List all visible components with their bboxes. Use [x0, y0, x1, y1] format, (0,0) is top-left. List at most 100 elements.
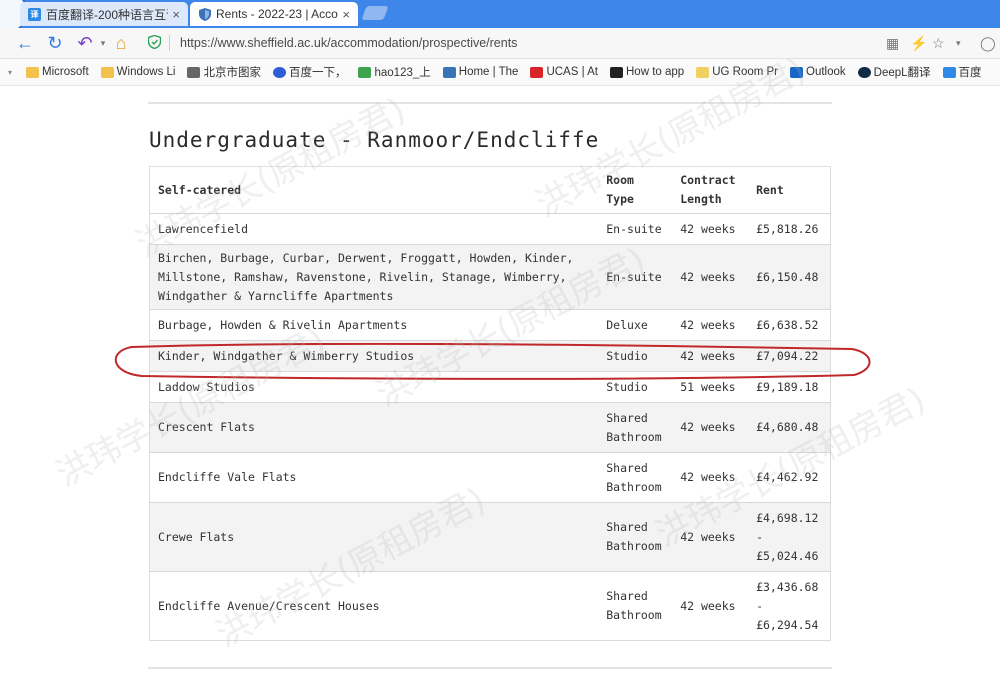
contract-length: 42 weeks	[672, 213, 749, 245]
tab-title: Rents - 2022-23 | Accommodation	[216, 7, 338, 21]
folder-icon	[26, 66, 40, 78]
table-row: Lawrencefield En-suite 42 weeks £5,818.2…	[149, 213, 831, 245]
table-header-row: Self-catered Room Type Contract Length R…	[149, 166, 831, 214]
room-type: Shared Bathroom	[598, 571, 673, 641]
doc-icon	[187, 66, 201, 78]
bookmark-label: 百度一下，	[288, 67, 347, 79]
tab-baidu-translate[interactable]: 译 百度翻译-200种语言互译 ×	[20, 2, 188, 26]
page-title: Undergraduate - Ranmoor/Endcliffe	[149, 128, 600, 152]
room-type: Studio	[598, 371, 673, 403]
room-type: Shared Bathroom	[598, 402, 673, 453]
bookmark-item[interactable]: Windows Li	[100, 66, 176, 78]
lightning-icon[interactable]: ⚡	[910, 32, 927, 54]
bookmark-label: 百度	[958, 67, 982, 79]
contract-length: 42 weeks	[672, 571, 749, 641]
room-type: Shared Bathroom	[598, 502, 673, 572]
bookmark-item[interactable]: Outlook	[790, 66, 846, 78]
contract-length: 42 weeks	[672, 309, 749, 341]
contract-length: 42 weeks	[672, 340, 749, 372]
bookmark-item[interactable]: DeepL翻译	[857, 64, 931, 80]
bookmark-more-icon[interactable]: ▾	[8, 68, 12, 77]
shield-icon	[198, 7, 211, 21]
menu-icon[interactable]: ◯	[980, 32, 996, 54]
bookmark-label: Outlook	[806, 66, 846, 78]
bookmark-item[interactable]: UCAS | At	[530, 66, 598, 78]
baidu-translate-icon: 译	[28, 7, 41, 21]
table-row: Kinder, Windgather & Wimberry Studios St…	[149, 340, 831, 372]
bookmark-item[interactable]: 北京市图家	[187, 64, 261, 80]
rent-value: £6,638.52	[748, 309, 831, 341]
hall-name: Kinder, Windgather & Wimberry Studios	[149, 340, 599, 372]
star-icon[interactable]: ☆	[932, 32, 945, 54]
room-type: En-suite	[598, 244, 673, 310]
address-bar[interactable]: https://www.sheffield.ac.uk/accommodatio…	[147, 32, 878, 54]
hall-name: Burbage, Howden & Rivelin Apartments	[149, 309, 599, 341]
bookmarks-bar: ▾ Microsoft Windows Li 北京市图家 百度一下， hao12…	[0, 59, 1000, 86]
bookmark-label: hao123_上	[374, 67, 431, 79]
contract-length: 42 weeks	[672, 244, 749, 310]
rent-value: £3,436.68 - £6,294.54	[748, 571, 831, 641]
rents-table: Self-catered Room Type Contract Length R…	[149, 166, 831, 641]
new-tab-button[interactable]	[361, 6, 389, 20]
close-icon[interactable]: ×	[342, 7, 350, 22]
table-row: Endcliffe Vale Flats Shared Bathroom 42 …	[149, 452, 831, 503]
table-row: Endcliffe Avenue/Crescent Houses Shared …	[149, 571, 831, 641]
bookmark-label: Microsoft	[42, 66, 89, 78]
bookmark-label: UCAS | At	[546, 66, 598, 78]
room-type: Deluxe	[598, 309, 673, 341]
back-icon[interactable]: ←	[14, 32, 36, 54]
table-row: Crescent Flats Shared Bathroom 42 weeks …	[149, 402, 831, 453]
url-separator	[169, 35, 170, 51]
url-text[interactable]: https://www.sheffield.ac.uk/accommodatio…	[180, 36, 517, 50]
tab-rents[interactable]: Rents - 2022-23 | Accommodation ×	[190, 2, 358, 26]
rent-value: £6,150.48	[748, 244, 831, 310]
table-row: Laddow Studios Studio 51 weeks £9,189.18	[149, 371, 831, 403]
bookmark-item[interactable]: How to app	[610, 66, 684, 78]
outlook-icon	[790, 66, 804, 78]
rent-value: £4,698.12 - £5,024.46	[748, 502, 831, 572]
close-icon[interactable]: ×	[172, 7, 180, 22]
bookmark-label: How to app	[626, 66, 685, 78]
paw-icon	[272, 66, 286, 78]
bookmark-label: DeepL翻译	[873, 67, 931, 79]
bookmark-item[interactable]: hao123_上	[358, 64, 431, 80]
rent-value: £4,462.92	[748, 452, 831, 503]
room-type: Shared Bathroom	[598, 452, 673, 503]
bookmark-item[interactable]: 百度	[942, 64, 982, 80]
table-row: Birchen, Burbage, Curbar, Derwent, Frogg…	[149, 244, 831, 310]
bookmark-item[interactable]: UG Room Pr	[696, 66, 778, 78]
chevron-down-icon[interactable]: ▾	[956, 32, 961, 54]
column-header: Contract Length	[672, 166, 749, 214]
hall-name: Laddow Studios	[149, 371, 599, 403]
bookmark-label: Home | The	[458, 66, 519, 78]
column-header: Self-catered	[149, 166, 599, 214]
rent-value: £4,680.48	[748, 402, 831, 453]
bookmark-item[interactable]: Home | The	[442, 66, 519, 78]
contract-length: 42 weeks	[672, 402, 749, 453]
hall-name: Endcliffe Vale Flats	[149, 452, 599, 503]
home-icon[interactable]: ⌂	[110, 32, 132, 54]
tab-bar: 译 百度翻译-200种语言互译 × Rents - 2022-23 | Acco…	[0, 0, 1000, 34]
hall-name: Endcliffe Avenue/Crescent Houses	[149, 571, 599, 641]
hall-name: Birchen, Burbage, Curbar, Derwent, Frogg…	[149, 244, 599, 310]
column-header: Rent	[748, 166, 831, 214]
room-type: En-suite	[598, 213, 673, 245]
ucas-icon	[530, 66, 544, 78]
contract-length: 42 weeks	[672, 502, 749, 572]
qr-code-icon[interactable]: ▦	[886, 32, 899, 54]
room-type: Studio	[598, 340, 673, 372]
table-row: Burbage, Howden & Rivelin Apartments Del…	[149, 309, 831, 341]
refresh-icon[interactable]: ↻	[44, 32, 66, 54]
hall-name: Lawrencefield	[149, 213, 599, 245]
hao123-icon	[358, 66, 372, 78]
deepl-icon	[857, 66, 871, 78]
bookmark-label: 北京市图家	[203, 67, 261, 79]
bookmark-label: Windows Li	[116, 66, 176, 78]
toolbar: ← ↻ ↶ ▾ ⌂ https://www.sheffield.ac.uk/ac…	[0, 28, 1000, 59]
bookmark-item[interactable]: Microsoft	[26, 66, 89, 78]
table-row: Crewe Flats Shared Bathroom 42 weeks £4,…	[149, 502, 831, 572]
contract-length: 51 weeks	[672, 371, 749, 403]
bookmark-label: UG Room Pr	[712, 66, 779, 78]
bookmark-item[interactable]: 百度一下，	[272, 64, 347, 80]
divider	[148, 102, 832, 104]
